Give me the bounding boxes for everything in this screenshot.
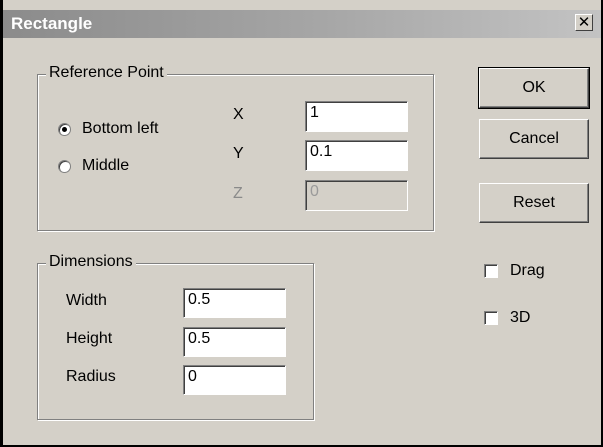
close-icon: ✕ xyxy=(577,14,591,31)
x-label: X xyxy=(233,106,244,123)
radio-middle-label[interactable]: Middle xyxy=(82,157,129,175)
y-input[interactable]: 0.1 xyxy=(305,140,408,171)
height-label: Height xyxy=(66,330,113,347)
close-button[interactable]: ✕ xyxy=(575,14,593,31)
reference-point-label: Reference Point xyxy=(46,64,167,82)
width-label: Width xyxy=(66,292,107,309)
z-input: 0 xyxy=(305,180,408,211)
dimensions-label: Dimensions xyxy=(46,253,136,271)
width-input[interactable]: 0.5 xyxy=(183,288,286,318)
radio-bottom-left-label[interactable]: Bottom left xyxy=(82,120,158,138)
radio-middle[interactable] xyxy=(58,160,71,173)
ok-button[interactable]: OK xyxy=(478,67,590,109)
cancel-button[interactable]: Cancel xyxy=(479,119,589,159)
reset-button[interactable]: Reset xyxy=(479,183,589,223)
window-title: Rectangle xyxy=(11,14,93,33)
height-input[interactable]: 0.5 xyxy=(183,327,286,357)
y-label: Y xyxy=(233,145,244,162)
z-label: Z xyxy=(233,185,243,202)
3d-checkbox[interactable] xyxy=(484,311,498,325)
x-input[interactable]: 1 xyxy=(305,101,408,132)
rectangle-dialog: Rectangle ✕ Reference Point Bottom left … xyxy=(0,0,603,447)
drag-checkbox[interactable] xyxy=(484,264,498,278)
radius-label: Radius xyxy=(66,368,116,385)
radius-input[interactable]: 0 xyxy=(183,365,286,395)
3d-label[interactable]: 3D xyxy=(510,309,530,327)
title-bar[interactable]: Rectangle ✕ xyxy=(3,10,601,38)
drag-label[interactable]: Drag xyxy=(510,262,545,280)
radio-bottom-left[interactable] xyxy=(58,123,71,136)
